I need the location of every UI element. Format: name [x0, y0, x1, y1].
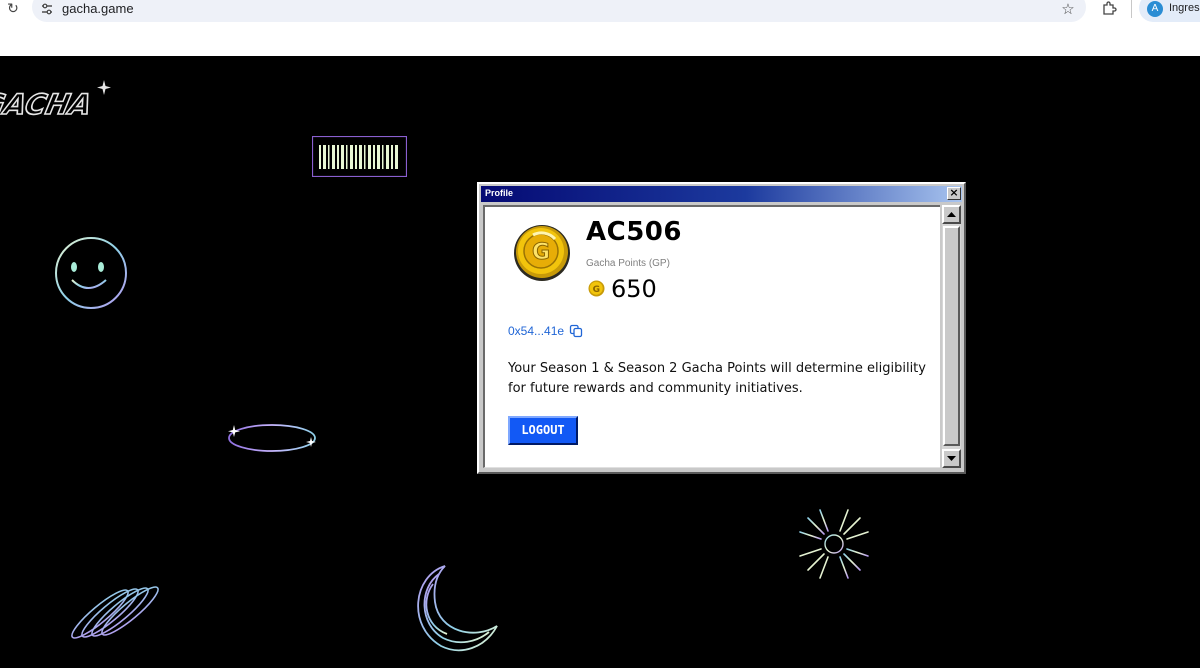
profile-dialog: Profile × G AC506 Gacha Points (GP) G 65… [477, 182, 966, 474]
points-value: 650 [611, 275, 657, 303]
logo-text: GACHA [0, 88, 95, 121]
puzzle-icon[interactable] [1100, 0, 1118, 18]
svg-text:G: G [593, 285, 600, 295]
season-description: Your Season 1 & Season 2 Gacha Points wi… [508, 361, 926, 396]
copy-icon[interactable] [569, 324, 583, 338]
gacha-coin-icon: G [511, 221, 573, 283]
gacha-coin-small-icon: G [588, 280, 605, 297]
gacha-logo[interactable]: GACHA [0, 76, 116, 122]
starburst-icon [795, 505, 873, 583]
svg-text:G: G [532, 240, 550, 265]
toolbar-divider [1131, 0, 1132, 18]
dialog-scrollbar[interactable] [942, 205, 961, 468]
dialog-titlebar[interactable]: Profile × [481, 186, 962, 202]
avatar: A [1147, 1, 1163, 17]
username: AC506 [586, 217, 682, 247]
dialog-title: Profile [485, 188, 514, 198]
browser-toolbar: ↻ gacha.game ☆ A Ingresa [0, 0, 1200, 56]
sparkle-icon [97, 80, 111, 95]
crescent-moon-icon [417, 565, 498, 652]
page-background: GACHA Profile × G AC506 Gacha Points (GP… [0, 56, 1200, 668]
arrow-down-icon [947, 456, 956, 461]
star-icon[interactable]: ☆ [1059, 0, 1077, 18]
scroll-down-button[interactable] [942, 449, 961, 468]
smiley-face-icon [55, 237, 127, 309]
url-text[interactable]: gacha.game [62, 1, 134, 16]
barcode-decoration [312, 136, 407, 177]
address-bar[interactable]: gacha.game [32, 0, 1086, 22]
profile-label: Ingresa [1169, 2, 1200, 14]
wallet-address-link[interactable]: 0x54...41e [508, 324, 564, 338]
logout-button[interactable]: LOGOUT [508, 416, 578, 445]
reload-icon[interactable]: ↻ [4, 0, 22, 18]
arrow-up-icon [947, 212, 956, 217]
diagonal-loops-decoration [71, 586, 159, 639]
site-settings-icon[interactable] [40, 2, 54, 16]
dialog-content: G AC506 Gacha Points (GP) G 650 0x54...4… [483, 205, 940, 468]
profile-button[interactable]: A Ingresa [1139, 0, 1200, 22]
ring-decoration [228, 424, 316, 452]
scroll-thumb[interactable] [943, 226, 960, 446]
points-label: Gacha Points (GP) [586, 258, 670, 269]
scroll-up-button[interactable] [942, 205, 961, 224]
close-button[interactable]: × [947, 187, 961, 200]
